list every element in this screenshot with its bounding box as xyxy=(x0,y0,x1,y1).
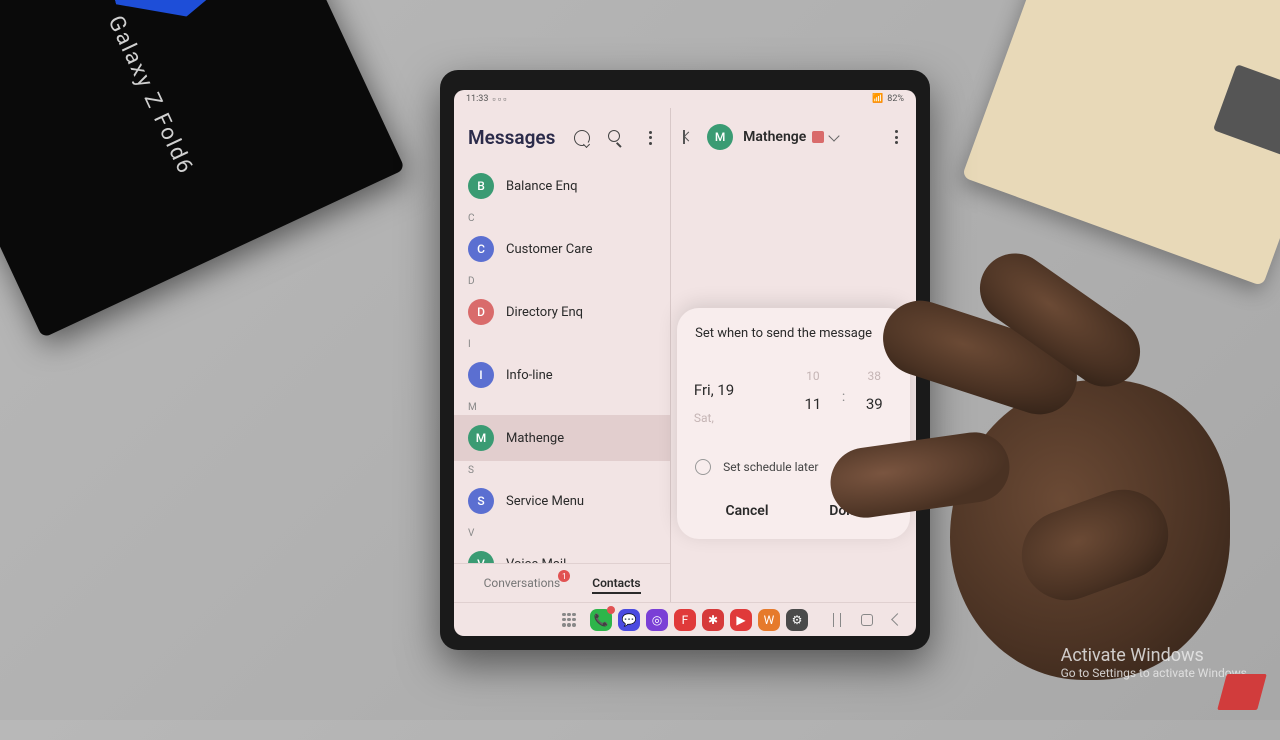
nav-recent-icon[interactable] xyxy=(833,613,841,627)
date-selected: Fri, 19 xyxy=(694,381,734,399)
contact-list[interactable]: B Balance Enq CC Customer Care DD Directory E… xyxy=(454,163,670,563)
tab-conversations[interactable]: Conversations 1 xyxy=(484,576,561,594)
section-letter: M xyxy=(454,398,670,415)
conversation-header: M Mathenge xyxy=(671,108,916,166)
watermark-title: Activate Windows xyxy=(1061,645,1250,666)
more-icon[interactable] xyxy=(642,130,658,146)
nav-home-icon[interactable] xyxy=(861,614,873,626)
hour-prev: 10 xyxy=(806,369,820,383)
chevron-down-icon xyxy=(829,130,840,141)
avatar: I xyxy=(468,362,494,388)
minute-selected: 39 xyxy=(866,395,883,413)
modal-title: Set when to send the message xyxy=(695,326,892,341)
messages-title: Messages xyxy=(468,126,555,149)
taskbar-app-icon[interactable]: ✱ xyxy=(702,609,724,631)
taskbar: 📞 💬 ◎ F ✱ ▶ W ⚙ xyxy=(454,602,916,636)
back-icon[interactable] xyxy=(683,130,697,144)
wood-block-prop xyxy=(962,0,1280,286)
taskbar-app-icon[interactable]: 💬 xyxy=(618,609,640,631)
taskbar-app-icon[interactable]: ⚙ xyxy=(786,609,808,631)
avatar: V xyxy=(468,551,494,563)
avatar: B xyxy=(468,173,494,199)
contact-name: Customer Care xyxy=(506,242,593,257)
modal-buttons: Cancel Done xyxy=(695,493,892,525)
contact-item[interactable]: D Directory Enq xyxy=(454,289,670,335)
red-corner-icon xyxy=(1217,674,1267,710)
schedule-later-row[interactable]: Set schedule later xyxy=(695,451,892,493)
section-letter: S xyxy=(454,461,670,478)
nav-buttons xyxy=(833,613,902,627)
compose-icon[interactable] xyxy=(574,130,590,146)
cancel-button[interactable]: Cancel xyxy=(706,497,789,525)
section-letter: V xyxy=(454,524,670,541)
section-letter: D xyxy=(454,272,670,289)
date-picker-col[interactable]: Fri, 19 Sat, xyxy=(686,369,786,425)
avatar: M xyxy=(468,425,494,451)
conversation-name: Mathenge xyxy=(743,129,806,145)
avatar: S xyxy=(468,488,494,514)
tab-conversations-badge: 1 xyxy=(558,570,570,582)
hour-selected: 11 xyxy=(804,395,821,413)
box-product-label: Galaxy Z Fold6 xyxy=(102,12,197,179)
taskbar-app-icon[interactable]: W xyxy=(758,609,780,631)
tab-contacts[interactable]: Contacts xyxy=(592,576,640,594)
status-notif-icons: ▫ ▫ ▫ xyxy=(492,94,506,105)
status-time: 11:33 xyxy=(466,94,488,104)
time-separator: : xyxy=(840,389,847,405)
product-box: Galaxy Z Fold6 xyxy=(0,0,405,338)
conversation-pane: M Mathenge Set when to send the message xyxy=(671,108,916,602)
nav-back-icon[interactable] xyxy=(891,613,904,626)
taskbar-app-icon[interactable]: F xyxy=(674,609,696,631)
bottom-tabs: Conversations 1 Contacts xyxy=(454,563,670,602)
screen: 11:33 ▫ ▫ ▫ 📶 82% Messages BBal xyxy=(454,90,916,636)
search-icon[interactable] xyxy=(608,130,624,146)
minute-picker-col[interactable]: 38 39 xyxy=(847,369,901,425)
contact-item[interactable]: M Mathenge xyxy=(454,415,670,461)
date-next: Sat, xyxy=(694,411,714,425)
contact-item[interactable]: VVoice Mail xyxy=(454,541,670,563)
tab-contacts-label: Contacts xyxy=(592,576,640,590)
contact-name: Balance Enq xyxy=(506,179,577,194)
taskbar-app-icon[interactable]: 📞 xyxy=(590,609,612,631)
sim-badge-icon xyxy=(812,131,824,143)
messages-pane: Messages B Balance Enq CC Customer Care DD Di… xyxy=(454,108,671,602)
conversation-title[interactable]: Mathenge xyxy=(743,129,838,145)
contact-name: Mathenge xyxy=(506,431,564,446)
contact-name: Info-line xyxy=(506,368,553,383)
app-drawer-icon[interactable] xyxy=(562,613,576,627)
windows-watermark: Activate Windows Go to Settings to activ… xyxy=(1061,645,1250,680)
section-letter: I xyxy=(454,335,670,352)
app-badge xyxy=(607,606,615,614)
section-letter: C xyxy=(454,209,670,226)
taskbar-app-icon[interactable]: ▶ xyxy=(730,609,752,631)
watermark-sub: Go to Settings to activate Windows. xyxy=(1061,666,1250,680)
done-button[interactable]: Done xyxy=(809,497,881,525)
conversation-more-icon[interactable] xyxy=(888,129,904,145)
tab-conversations-label: Conversations xyxy=(484,576,561,590)
status-signal-icon: 📶 xyxy=(872,94,883,104)
contact-name: Service Menu xyxy=(506,494,584,509)
status-bar: 11:33 ▫ ▫ ▫ 📶 82% xyxy=(454,90,916,108)
avatar: D xyxy=(468,299,494,325)
contact-item[interactable]: B Balance Enq xyxy=(454,163,670,209)
schedule-later-label: Set schedule later xyxy=(723,460,818,474)
contact-name: Directory Enq xyxy=(506,305,583,320)
hour-picker-col[interactable]: 10 11 xyxy=(786,369,840,425)
datetime-picker: Fri, 19 Sat, 10 11 : 38 39 xyxy=(695,369,892,425)
schedule-later-radio[interactable] xyxy=(695,459,711,475)
hinge-prop xyxy=(1213,64,1280,157)
messages-header: Messages xyxy=(454,108,670,163)
contact-item[interactable]: C Customer Care xyxy=(454,226,670,272)
tablet-device: 11:33 ▫ ▫ ▫ 📶 82% Messages BBal xyxy=(440,70,930,650)
minute-prev: 38 xyxy=(868,369,882,383)
avatar: C xyxy=(468,236,494,262)
conversation-avatar[interactable]: M xyxy=(707,124,733,150)
contact-item[interactable]: I Info-line xyxy=(454,352,670,398)
taskbar-app-icon[interactable]: ◎ xyxy=(646,609,668,631)
schedule-modal: Set when to send the message Fri, 19 Sat… xyxy=(677,308,910,539)
contact-item[interactable]: S Service Menu xyxy=(454,478,670,524)
status-battery: 82% xyxy=(887,94,904,104)
